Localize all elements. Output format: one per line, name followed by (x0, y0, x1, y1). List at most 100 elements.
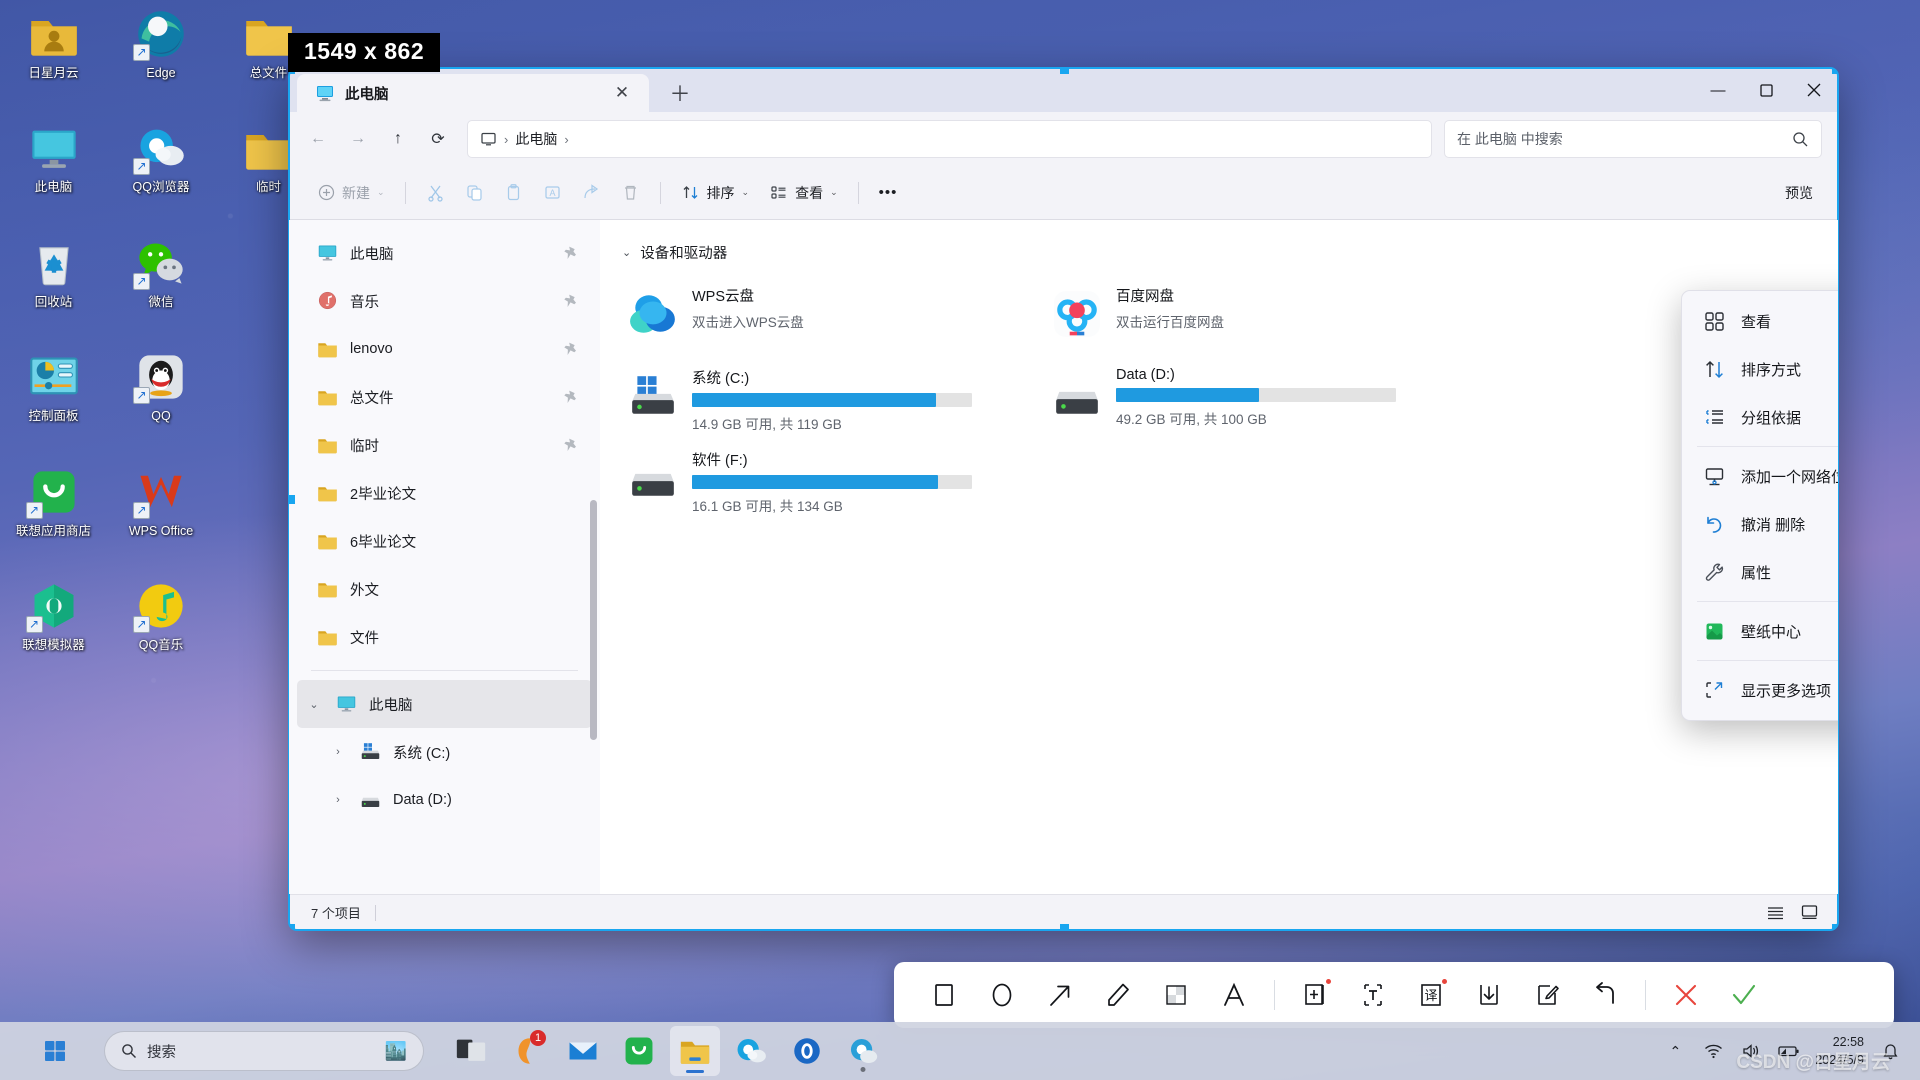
download-tool[interactable] (1461, 971, 1517, 1019)
new-button[interactable]: 新建 ⌄ (309, 175, 394, 211)
file-explorer-window[interactable]: 此电脑 ✕ ＋ ― ← → ↑ ⟳ › 此电脑 (289, 68, 1838, 930)
search-box[interactable]: 在 此电脑 中搜索 (1444, 120, 1822, 158)
copy-button[interactable] (456, 175, 493, 211)
close-icon[interactable]: ✕ (607, 78, 637, 108)
drive-tile-4[interactable]: Data (D:) 49.2 GB 可用, 共 100 GB (1046, 359, 1458, 437)
refresh-icon[interactable]: ⟳ (419, 122, 457, 156)
desktop-icon-3[interactable]: 此电脑 (0, 122, 107, 194)
delete-button[interactable] (612, 175, 649, 211)
tab-this-pc[interactable]: 此电脑 ✕ (297, 74, 649, 112)
text-tool[interactable] (1206, 971, 1262, 1019)
pin-icon[interactable] (563, 341, 580, 358)
close-button[interactable] (1790, 68, 1838, 112)
navpane-tree-item-3[interactable]: ›Data (D:) (297, 776, 592, 824)
taskbar-item-copilot[interactable]: 1 (502, 1026, 552, 1076)
chevron-right-icon[interactable]: › (327, 746, 349, 758)
context-menu-item-2[interactable]: 排序方式› (1687, 345, 1838, 393)
ellipse-tool[interactable] (974, 971, 1030, 1019)
taskbar[interactable]: 搜索 🏙️ 1 ⌃ 22:58 2024/5/9 (0, 1022, 1920, 1080)
undo-tool[interactable] (1577, 971, 1633, 1019)
pen-tool[interactable] (1090, 971, 1146, 1019)
tray-chevron-up-icon[interactable]: ⌃ (1663, 1043, 1687, 1060)
task-view[interactable] (446, 1026, 496, 1076)
preview-button[interactable]: 预览 (1776, 175, 1822, 211)
up-icon[interactable]: ↑ (379, 122, 417, 156)
rename-button[interactable]: A (534, 175, 571, 211)
more-options-button[interactable]: ••• (870, 175, 907, 211)
wifi-icon[interactable] (1701, 1043, 1725, 1059)
navpane-item-4[interactable]: 总文件 (297, 373, 592, 421)
desktop-icon-11[interactable]: ↗联想模拟器 (0, 580, 107, 652)
cancel-button[interactable] (1658, 971, 1714, 1019)
navpane-tree-item-1[interactable]: ⌄此电脑 (297, 680, 592, 728)
address-bar[interactable]: › 此电脑 › (467, 120, 1432, 158)
view-button[interactable]: 查看 ⌄ (760, 175, 847, 211)
desktop-icon-4[interactable]: ↗QQ浏览器 (108, 122, 215, 194)
context-menu-item-7[interactable]: 属性Alt+Enter (1687, 548, 1838, 596)
battery-icon[interactable] (1777, 1044, 1801, 1058)
chevron-right-icon[interactable]: › (327, 794, 349, 806)
new-tab-button[interactable]: ＋ (665, 78, 695, 108)
crop-tool[interactable] (1287, 971, 1343, 1019)
start-button[interactable] (30, 1026, 80, 1076)
resize-handle-top-center[interactable] (1060, 68, 1069, 74)
minimize-button[interactable]: ― (1694, 68, 1742, 112)
desktop-icon-8[interactable]: ↗QQ (108, 351, 215, 423)
context-menu-item-1[interactable]: 查看› (1687, 297, 1838, 345)
desktop-icon-10[interactable]: ↗WPS Office (108, 466, 215, 538)
desktop-icon-9[interactable]: ↗联想应用商店 (0, 466, 107, 538)
drive-tile-3[interactable]: 系统 (C:) 14.9 GB 可用, 共 119 GB (622, 359, 1034, 437)
paste-button[interactable] (495, 175, 532, 211)
group-header-devices[interactable]: ⌄ 设备和驱动器 (622, 242, 1838, 263)
taskbar-item-explorer[interactable] (670, 1026, 720, 1076)
navpane-tree-item-2[interactable]: ›系统 (C:) (297, 728, 592, 776)
desktop-icon-7[interactable]: 控制面板 (0, 351, 107, 423)
back-icon[interactable]: ← (299, 122, 337, 156)
screenshot-annotation-toolbar[interactable]: 译 (894, 962, 1894, 1028)
breadcrumb-item-this-pc[interactable]: 此电脑 (515, 129, 557, 149)
navpane-item-1[interactable]: 此电脑 (297, 229, 592, 277)
sort-button[interactable]: 排序 ⌄ (672, 175, 759, 211)
context-menu[interactable]: 查看›排序方式›分组依据›添加一个网络位置撤消 删除Ctrl+Z属性Alt+En… (1681, 290, 1838, 721)
rectangle-tool[interactable] (916, 971, 972, 1019)
cut-button[interactable] (417, 175, 454, 211)
taskbar-clock[interactable]: 22:58 2024/5/9 (1815, 1033, 1864, 1069)
content-pane[interactable]: ⌄ 设备和驱动器 WPS云盘双击进入WPS云盘百度网盘双击运行百度网盘系统 (C… (600, 220, 1838, 894)
translate-tool[interactable]: 译 (1403, 971, 1459, 1019)
search-icon[interactable] (1792, 131, 1809, 148)
navigation-pane[interactable]: 此电脑 音乐 lenovo 总文件 临时 2毕业论文6毕业论文外文文件 ⌄此电脑… (289, 220, 600, 894)
drive-tile-1[interactable]: WPS云盘双击进入WPS云盘 (622, 277, 1034, 355)
context-menu-item-3[interactable]: 分组依据› (1687, 393, 1838, 441)
drive-tile-2[interactable]: 百度网盘双击运行百度网盘 (1046, 277, 1458, 355)
pin-icon[interactable] (563, 245, 580, 262)
navpane-item-8[interactable]: 外文 (297, 565, 592, 613)
pin-icon[interactable] (563, 389, 580, 406)
navpane-item-7[interactable]: 6毕业论文 (297, 517, 592, 565)
context-menu-item-6[interactable]: 撤消 删除Ctrl+Z (1687, 500, 1838, 548)
drive-tile-5[interactable]: 软件 (F:) 16.1 GB 可用, 共 134 GB (622, 441, 1034, 519)
resize-handle-middle-left[interactable] (289, 495, 295, 504)
arrow-tool[interactable] (1032, 971, 1088, 1019)
navpane-item-3[interactable]: lenovo (297, 325, 592, 373)
desktop-icon-2[interactable]: ↗Edge (108, 8, 215, 80)
desktop-icon-5[interactable]: 回收站 (0, 237, 107, 309)
pin-icon[interactable] (563, 437, 580, 454)
confirm-button[interactable] (1716, 971, 1772, 1019)
edit-tool[interactable] (1519, 971, 1575, 1019)
ocr-tool[interactable] (1345, 971, 1401, 1019)
taskbar-item-outlook[interactable] (782, 1026, 832, 1076)
desktop-icon-12[interactable]: ↗QQ音乐 (108, 580, 215, 652)
taskbar-search-box[interactable]: 搜索 🏙️ (104, 1031, 424, 1071)
context-menu-item-9[interactable]: 壁纸中心 (1687, 607, 1838, 655)
mosaic-tool[interactable] (1148, 971, 1204, 1019)
details-view-icon[interactable] (1760, 900, 1790, 926)
resize-handle-bottom-left[interactable] (289, 924, 295, 930)
pin-icon[interactable] (563, 293, 580, 310)
resize-handle-bottom-right[interactable] (1832, 924, 1838, 930)
taskbar-item-qq-cloud[interactable] (838, 1026, 888, 1076)
navpane-item-9[interactable]: 文件 (297, 613, 592, 661)
navpane-item-2[interactable]: 音乐 (297, 277, 592, 325)
resize-handle-top-right[interactable] (1832, 68, 1838, 74)
resize-handle-bottom-center[interactable] (1060, 924, 1069, 930)
taskbar-item-qq-browser[interactable] (726, 1026, 776, 1076)
